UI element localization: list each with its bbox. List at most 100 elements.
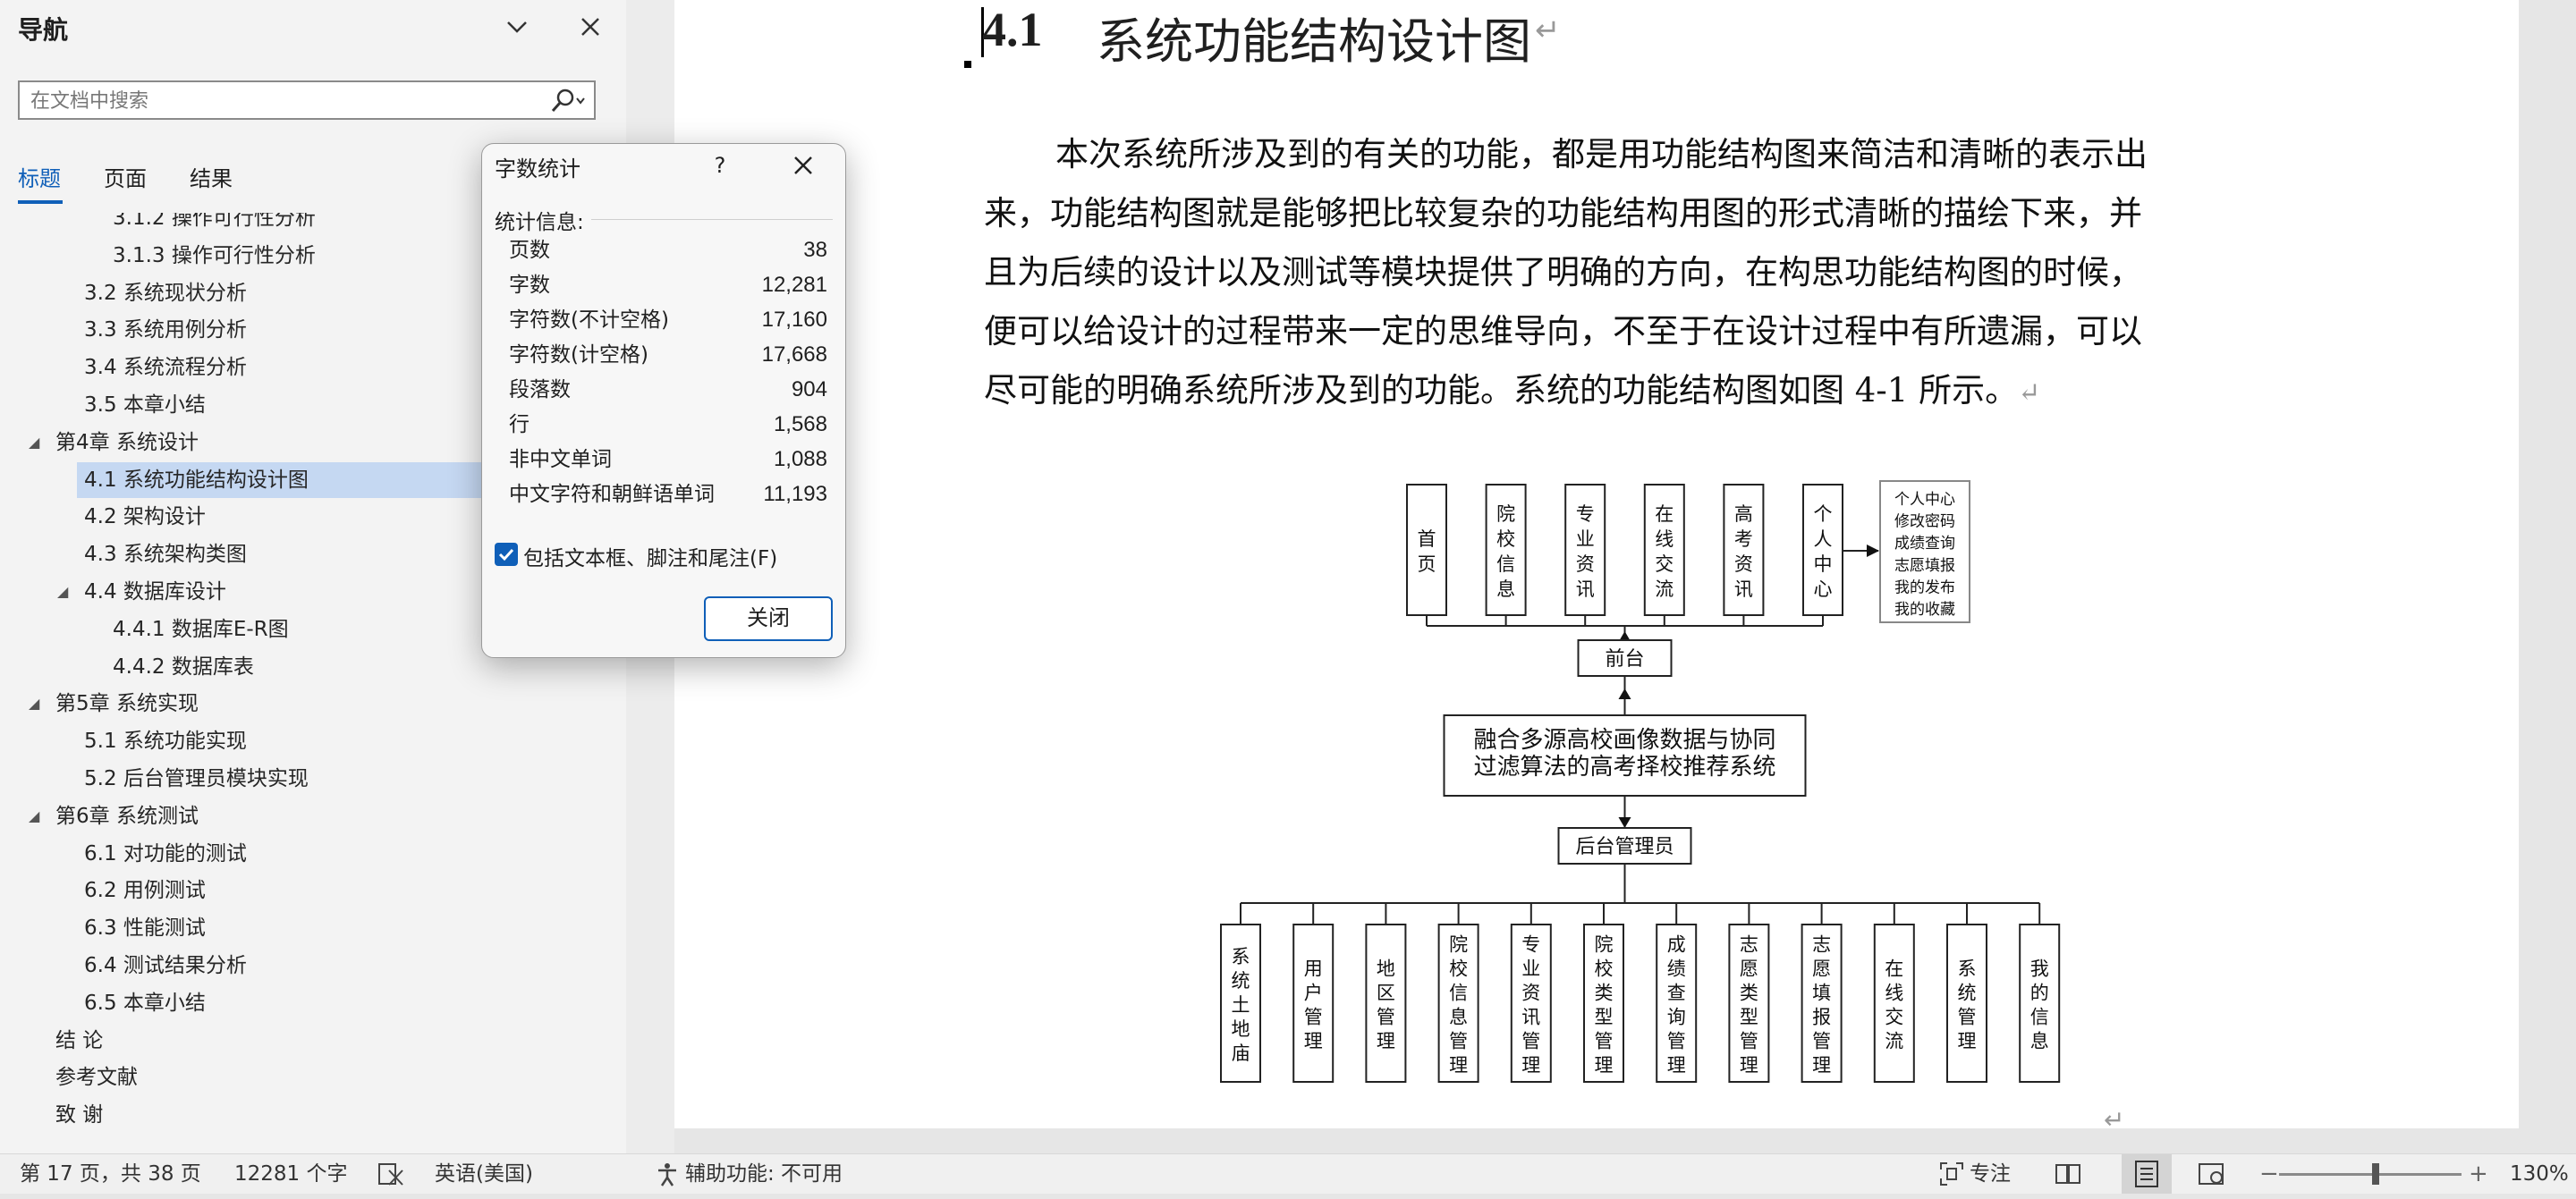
zoom-in-button[interactable]: + [2469, 1154, 2488, 1194]
heading-title: 系统功能结构设计图 [1097, 13, 1531, 70]
node-label-char: 在 [1885, 958, 1903, 980]
stat-label: 字符数(计空格) [509, 343, 648, 367]
node-label-char: 填 [1812, 983, 1831, 1004]
tab-results[interactable]: 结果 [190, 161, 233, 192]
node-label-char: 业 [1576, 528, 1595, 550]
paragraph-mark: ↵ [1535, 13, 1561, 48]
nav-tree-item-label: 3.3 系统用例分析 [84, 318, 247, 342]
web-layout-button[interactable] [2197, 1160, 2225, 1188]
node-label-char: 用 [1304, 958, 1323, 980]
nav-tree-item[interactable]: 致 谢 [0, 1097, 626, 1133]
node-label-char: 息 [1449, 1007, 1468, 1028]
node-label-char: 管 [1812, 1031, 1831, 1052]
nav-tree-item[interactable]: 6.4 测试结果分析 [0, 948, 626, 984]
zoom-slider-thumb[interactable] [2372, 1163, 2379, 1185]
print-layout-button[interactable] [2122, 1154, 2172, 1194]
node-label-char: 管 [1304, 1007, 1323, 1028]
nav-options-button[interactable] [497, 9, 537, 45]
node-label-char: 型 [1595, 1007, 1614, 1028]
node-label-char: 区 [1377, 983, 1395, 1004]
nav-close-button[interactable] [571, 9, 610, 45]
detail-item: 成绩查询 [1894, 535, 1955, 553]
expand-caret-icon[interactable]: ◢ [29, 686, 47, 722]
nav-tree-item[interactable]: 6.5 本章小结 [0, 985, 626, 1021]
focus-mode-button[interactable] [1937, 1160, 1966, 1188]
nav-tree-item[interactable]: 6.1 对功能的测试 [0, 836, 626, 872]
web-layout-icon [2199, 1163, 2224, 1185]
zoom-slider[interactable] [2279, 1173, 2462, 1176]
node-label-char: 资 [1521, 983, 1540, 1004]
include-textbox-footnote-checkbox[interactable] [495, 543, 518, 566]
nav-tree-item[interactable]: 5.1 系统功能实现 [0, 723, 626, 759]
heading-number: 4.1 [982, 3, 1043, 56]
node-label-char: 首 [1418, 528, 1436, 550]
nav-tree-item[interactable]: 结 论 [0, 1023, 626, 1059]
detail-item: 我的收藏 [1894, 601, 1955, 619]
node-label-char: 愿 [1740, 958, 1758, 980]
expand-caret-icon[interactable]: ◢ [29, 798, 47, 834]
read-mode-icon [2055, 1164, 2080, 1184]
body-line: 来，功能结构图就是能够把比较复杂的功能结构用图的形式清晰的描绘下来，并 [984, 184, 2142, 243]
node-label-char: 愿 [1812, 958, 1831, 980]
zoom-level[interactable]: 130% [2510, 1154, 2569, 1194]
node-label-char: 信 [1449, 983, 1468, 1004]
node-label-char: 理 [1740, 1055, 1758, 1077]
nav-tree-item[interactable]: 6.2 用例测试 [0, 873, 626, 908]
expand-caret-icon[interactable]: ◢ [29, 425, 47, 460]
node-label-char: 成 [1667, 934, 1686, 956]
node-label-char: 型 [1740, 1007, 1758, 1028]
node-label-char: 校 [1496, 528, 1515, 550]
close-icon [581, 18, 599, 36]
tab-headings[interactable]: 标题 [18, 161, 61, 192]
stats-label: 统计信息: [495, 211, 584, 234]
read-mode-button[interactable] [2054, 1160, 2082, 1188]
checkbox-label[interactable]: 包括文本框、脚注和尾注(F) [523, 541, 777, 571]
node-label-char: 理 [1521, 1055, 1540, 1077]
nav-tree-item[interactable]: 参考文献 [0, 1060, 626, 1095]
node-label-char: 管 [1521, 1031, 1540, 1052]
zoom-out-button[interactable]: − [2259, 1154, 2279, 1194]
language[interactable]: 英语(美国) [435, 1154, 533, 1194]
nav-tree-item-label: 6.5 本章小结 [84, 991, 206, 1015]
arrow-head [1618, 817, 1631, 828]
nav-tree-item[interactable]: 6.3 性能测试 [0, 910, 626, 946]
nav-tree-item[interactable]: ◢ 第6章 系统测试 [0, 798, 626, 834]
nav-title: 导航 [18, 15, 69, 45]
node-label-char: 校 [1449, 958, 1468, 980]
node-label-char: 统 [1232, 970, 1250, 992]
node-label-char: 息 [1496, 578, 1515, 600]
stat-row: 字数 12,281 [509, 268, 827, 302]
stat-label: 中文字符和朝鲜语单词 [509, 483, 715, 506]
stat-row: 行 1,568 [509, 408, 827, 442]
nav-tree-item[interactable]: 5.2 后台管理员模块实现 [0, 761, 626, 797]
node-label-char: 户 [1304, 983, 1323, 1004]
tab-pages[interactable]: 页面 [104, 161, 147, 192]
search-input[interactable] [29, 86, 533, 116]
node-label-char: 页 [1418, 553, 1436, 575]
node-label-char: 管 [1740, 1031, 1758, 1052]
expand-caret-icon[interactable]: ◢ [57, 574, 75, 610]
accessibility-button[interactable] [653, 1160, 682, 1188]
stat-label: 字数 [509, 274, 550, 297]
help-button[interactable]: ? [702, 146, 738, 185]
admin-label: 后台管理员 [1575, 836, 1674, 858]
node-label-char: 管 [1667, 1031, 1686, 1052]
word-count[interactable]: 12281 个字 [234, 1154, 347, 1194]
node-label-char: 线 [1885, 983, 1903, 1004]
page-count[interactable]: 第 17 页，共 38 页 [20, 1154, 201, 1194]
nav-tree-item-label: 第5章 系统实现 [55, 692, 199, 716]
search-button[interactable] [547, 88, 587, 114]
stat-label: 页数 [509, 239, 550, 262]
node-label-char: 线 [1655, 528, 1674, 550]
body-line-text: 本次系统所涉及到的有关的功能，都是用功能结构图来简洁和清晰的表示出 [1055, 135, 2148, 173]
system-label: 过滤算法的高考择校推荐系统 [1473, 754, 1775, 781]
focus-label[interactable]: 专注 [1970, 1154, 2011, 1194]
nav-tree-item-label: 6.2 用例测试 [84, 879, 206, 903]
accessibility-status[interactable]: 辅助功能: 不可用 [685, 1154, 843, 1194]
function-structure-diagram[interactable]: 首页院校信息专业资讯在线交流高考资讯个人中心个人中心修改密码成绩查询志愿填报我的… [1199, 472, 2111, 1089]
close-button[interactable]: 关闭 [704, 596, 833, 641]
dialog-close-button[interactable] [781, 146, 826, 185]
proofing-button[interactable] [376, 1160, 406, 1188]
body-line-text: 且为后续的设计以及测试等模块提供了明确的方向，在构思功能结构图的时候， [984, 253, 2142, 291]
nav-tree-item[interactable]: ◢ 第5章 系统实现 [0, 686, 626, 722]
